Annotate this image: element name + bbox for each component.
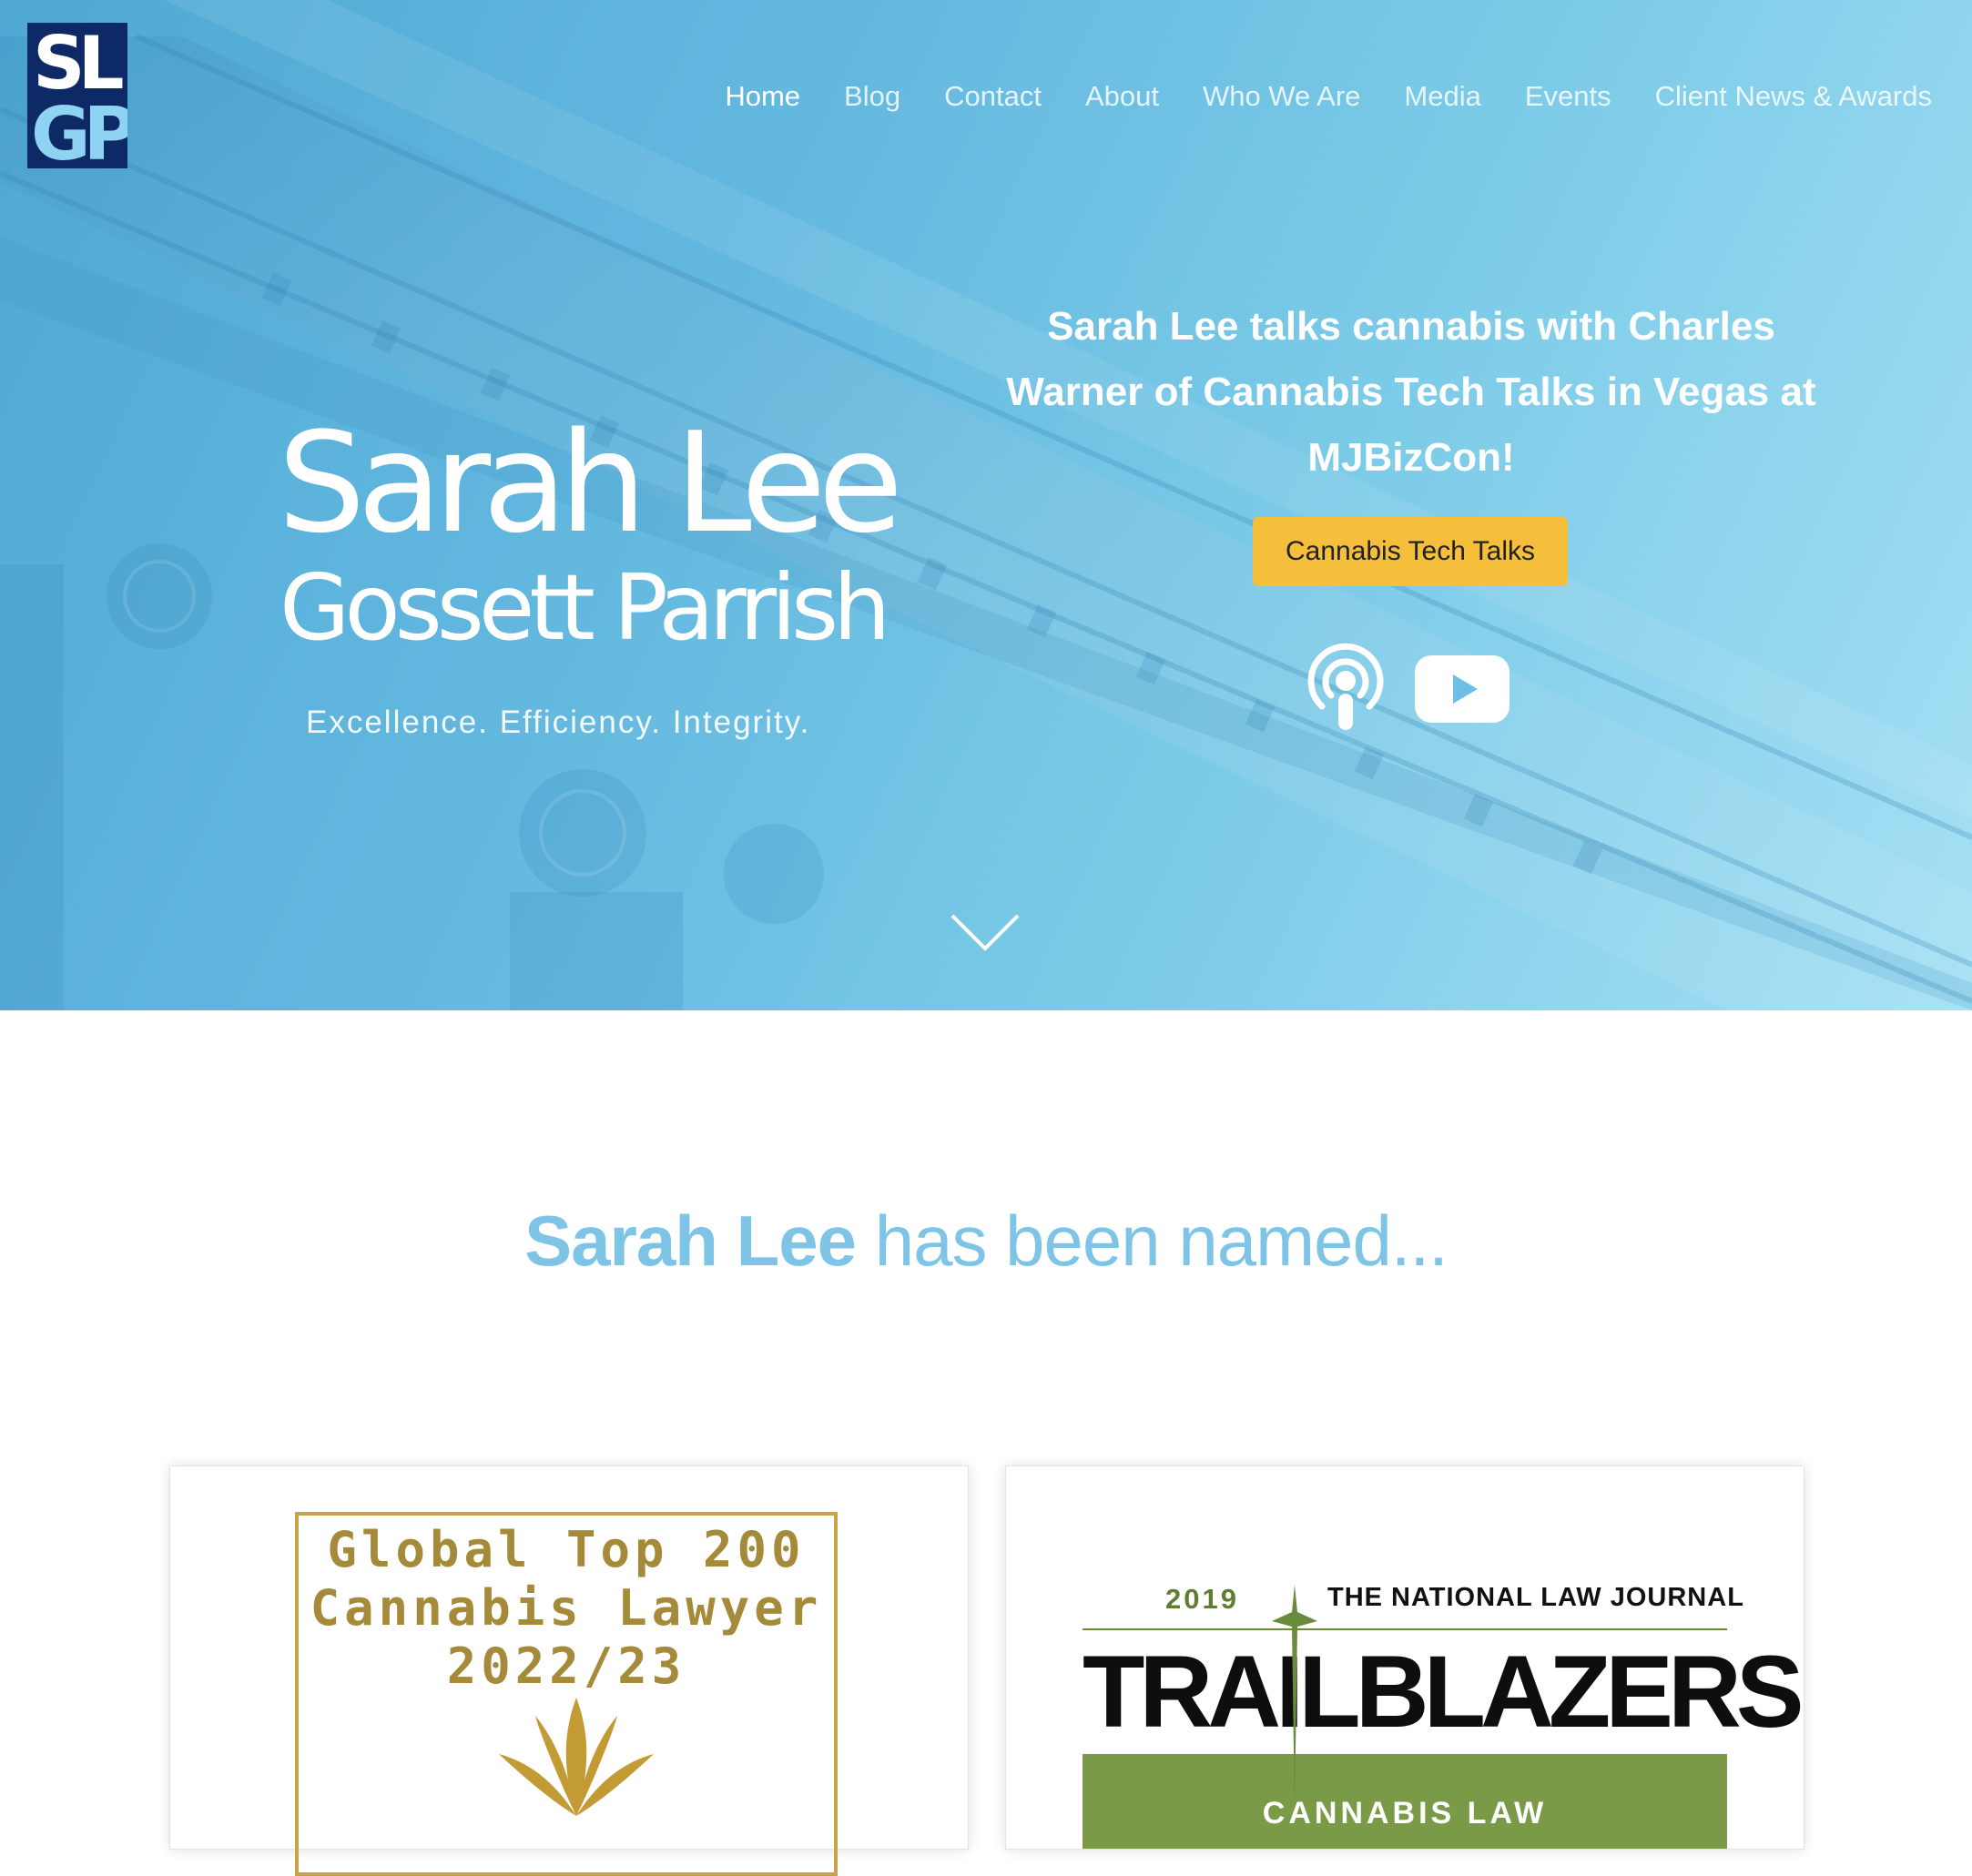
podcast-icon[interactable] [1304, 643, 1388, 734]
named-heading: Sarah Lee has been named... [0, 1200, 1972, 1283]
award-card-global-top-200[interactable]: Global Top 200 Cannabis Lawyer 2022/23 [169, 1465, 969, 1876]
hero-headline: Sarah Lee talks cannabis with Charles Wa… [1006, 304, 1816, 480]
nav-client-news-awards[interactable]: Client News & Awards [1655, 80, 1932, 113]
youtube-icon[interactable] [1415, 655, 1509, 723]
named-heading-rest: has been named... [856, 1201, 1449, 1281]
award-line-1: Global Top 200 [327, 1521, 806, 1578]
award-line-3: 2022/23 [446, 1638, 686, 1695]
trailblazers-subtitle: CANNABIS LAW [1262, 1796, 1548, 1830]
award-badge-frame: Global Top 200 Cannabis Lawyer 2022/23 [295, 1512, 838, 1876]
cannabis-leaf-icon [499, 1698, 654, 1816]
named-heading-strong: Sarah Lee [524, 1201, 857, 1281]
trailblazers-journal: THE NATIONAL LAW JOURNAL [1327, 1583, 1744, 1612]
trailblazers-year: 2019 [1165, 1583, 1239, 1615]
nav-about[interactable]: About [1085, 80, 1159, 113]
nav-contact[interactable]: Contact [944, 80, 1042, 113]
nav-who-we-are[interactable]: Who We Are [1203, 80, 1360, 113]
nav-blog[interactable]: Blog [844, 80, 900, 113]
hero-tagline: Excellence. Efficiency. Integrity. [306, 705, 811, 740]
award-card-trailblazers[interactable]: 2019 THE NATIONAL LAW JOURNAL TRAILBLAZE… [1005, 1465, 1804, 1850]
hero-brand-firm: Gossett Parrish [280, 554, 890, 661]
hero-brand-name: Sarah Lee [278, 402, 903, 563]
award-line-2: Cannabis Lawyer [310, 1579, 823, 1637]
nav-events[interactable]: Events [1525, 80, 1611, 113]
main-nav: Home Blog Contact About Who We Are Media… [725, 78, 1932, 115]
chevron-down-icon[interactable] [949, 910, 1022, 956]
logo-text-bottom: GP [31, 92, 127, 168]
trailblazers-title: TRAILBLAZERS [1083, 1635, 1804, 1749]
nav-home[interactable]: Home [725, 80, 800, 113]
cannabis-tech-talks-button[interactable]: Cannabis Tech Talks [1253, 517, 1568, 586]
trailblazers-band: CANNABIS LAW [1083, 1754, 1727, 1849]
star-spark-icon [1272, 1585, 1317, 1812]
nav-media[interactable]: Media [1404, 80, 1480, 113]
slgp-logo[interactable]: SL GP [27, 21, 142, 177]
trailblazers-rule [1083, 1628, 1727, 1630]
hero-section: SL GP Home Blog Contact About Who We Are… [0, 0, 1972, 1010]
